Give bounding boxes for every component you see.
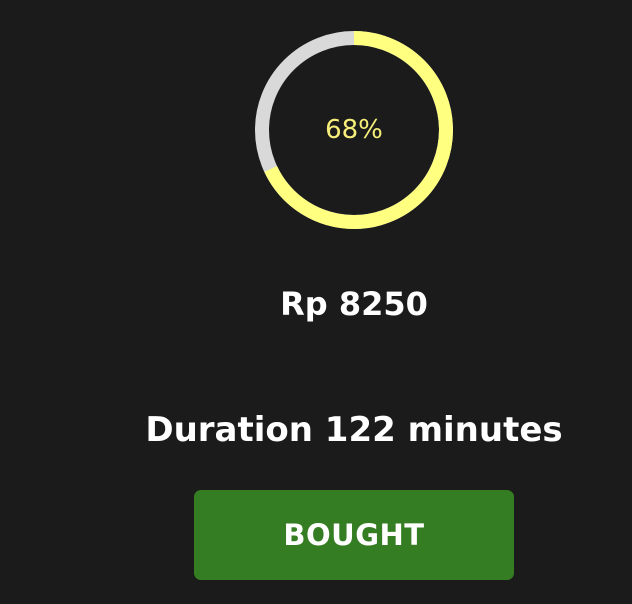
- progress-percent-label: 68%: [325, 115, 383, 145]
- price-label: Rp 8250: [280, 285, 428, 323]
- bought-button[interactable]: BOUGHT: [194, 490, 514, 580]
- duration-label: Duration 122 minutes: [145, 410, 563, 450]
- purchase-card: 68% Rp 8250 Duration 122 minutes BOUGHT: [0, 0, 632, 604]
